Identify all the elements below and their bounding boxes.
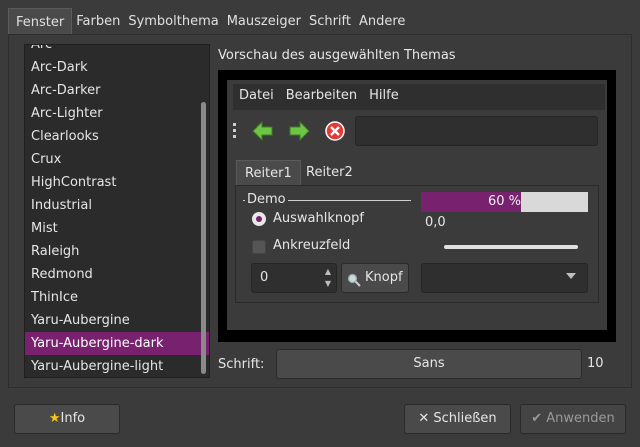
theme-list-item[interactable]: Industrial <box>25 194 209 217</box>
theme-list-item[interactable]: Redmond <box>25 263 209 286</box>
progress-label: 60 % <box>487 194 521 209</box>
font-name: Sans <box>413 356 445 371</box>
close-icon: ✕ <box>418 411 430 426</box>
theme-list-item[interactable]: Arc-Lighter <box>25 102 209 125</box>
stop-icon[interactable] <box>323 119 347 143</box>
combo-box[interactable] <box>421 263 588 293</box>
theme-list-item[interactable]: Yaru-Aubergine-dark <box>25 332 209 355</box>
theme-list[interactable]: Arc Arc-Dark Arc-Darker Arc-Lighter Clearloo… <box>24 44 210 378</box>
tab-reiter2[interactable]: Reiter2 <box>298 160 361 186</box>
magnifier-icon <box>347 270 361 298</box>
scale-value: 0,0 <box>425 215 446 230</box>
apply-label: Anwenden <box>546 411 615 426</box>
star-icon: ★ <box>48 411 61 426</box>
info-label: Info <box>60 411 86 426</box>
checkbox[interactable] <box>252 240 266 254</box>
font-label: Schrift: <box>218 357 265 372</box>
back-arrow-icon[interactable] <box>251 119 275 143</box>
tab-reiter1[interactable]: Reiter1 <box>236 160 301 186</box>
menu-bearbeiten[interactable]: Bearbeiten <box>280 84 363 108</box>
theme-list-item[interactable]: Crux <box>25 148 209 171</box>
preview-text-entry[interactable] <box>355 116 598 146</box>
close-button[interactable]: ✕ Schließen <box>404 404 511 434</box>
close-label: Schließen <box>433 411 497 426</box>
theme-list-item[interactable]: Yaru-Aubergine-light <box>25 355 209 377</box>
knopf-button[interactable]: Knopf <box>341 263 409 293</box>
preview-menu: Datei Bearbeiten Hilfe <box>233 84 405 108</box>
font-size: 10 <box>587 356 604 371</box>
theme-list-item[interactable]: HighContrast <box>25 171 209 194</box>
chevron-down-icon[interactable] <box>566 273 576 279</box>
theme-list-item[interactable]: Raleigh <box>25 240 209 263</box>
toolbar-grip-icon[interactable] <box>233 123 237 141</box>
forward-arrow-icon[interactable] <box>287 119 311 143</box>
theme-list-item[interactable]: Yaru-Aubergine <box>25 309 209 332</box>
knopf-label: Knopf <box>365 270 403 285</box>
radio-button[interactable] <box>252 212 266 226</box>
tab-schrift[interactable]: Schrift <box>305 8 355 36</box>
theme-list-item[interactable]: Arc-Dark <box>25 56 209 79</box>
theme-list-item[interactable]: Arc-Darker <box>25 79 209 102</box>
theme-list-scrollbar[interactable] <box>201 102 206 374</box>
tab-fenster[interactable]: Fenster <box>8 8 73 37</box>
tab-mauszeiger[interactable]: Mauszeiger <box>223 8 305 36</box>
tab-andere[interactable]: Andere <box>355 8 409 36</box>
theme-list-item[interactable]: Arc <box>25 45 209 56</box>
demo-legend: Demo <box>245 192 288 208</box>
scale-slider[interactable] <box>444 245 578 249</box>
tab-farben[interactable]: Farben <box>72 8 124 36</box>
tab-bar: Fenster Farben Symbolthema Mauszeiger Sc… <box>8 8 409 37</box>
spin-value: 0 <box>260 270 269 285</box>
font-chooser-button[interactable]: Sans <box>276 349 582 379</box>
radio-label: Auswahlknopf <box>273 211 364 226</box>
spin-arrows-icon[interactable]: ▲ ▼ <box>321 266 335 290</box>
checkmark-icon: ✔ <box>531 411 543 426</box>
theme-list-item[interactable]: ThinIce <box>25 286 209 309</box>
preview-title: Vorschau des ausgewählten Themas <box>218 48 456 63</box>
theme-list-item[interactable]: Clearlooks <box>25 125 209 148</box>
checkbox-label: Ankreuzfeld <box>273 238 351 253</box>
apply-button[interactable]: ✔ Anwenden <box>520 404 626 434</box>
tab-symbolthema[interactable]: Symbolthema <box>124 8 222 36</box>
info-button[interactable]: ★Info <box>14 404 120 434</box>
menu-hilfe[interactable]: Hilfe <box>363 84 405 108</box>
theme-list-item[interactable]: Mist <box>25 217 209 240</box>
menu-datei[interactable]: Datei <box>233 84 280 108</box>
